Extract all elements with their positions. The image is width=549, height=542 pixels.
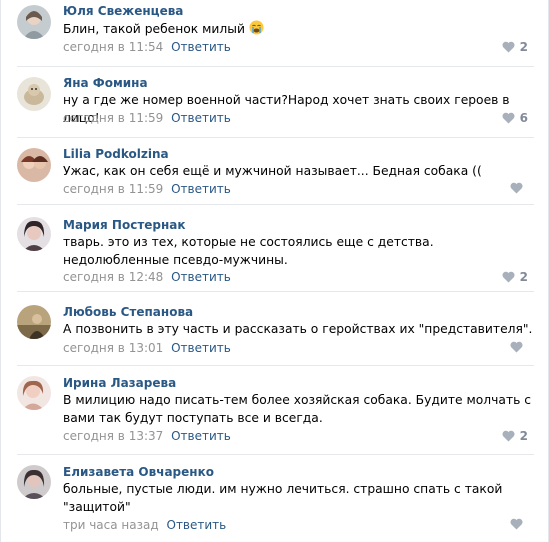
heart-icon	[502, 271, 515, 283]
comment-item: Яна Фомина ну а где же номер военной час…	[1, 67, 548, 137]
like-button[interactable]: 2	[502, 270, 528, 284]
reply-link[interactable]: Ответить	[171, 182, 231, 196]
avatar[interactable]	[17, 148, 51, 182]
reply-link[interactable]: Ответить	[171, 429, 231, 443]
like-button[interactable]: 2	[502, 429, 528, 443]
comment-meta: сегодня в 11:59 Ответить	[63, 111, 231, 125]
comment-meta: сегодня в 11:54 Ответить	[63, 40, 231, 54]
avatar[interactable]	[17, 305, 51, 339]
comment-item: Юля Свеженцева Блин, такой ребенок милый…	[1, 0, 548, 66]
comment-time[interactable]: три часа назад	[63, 518, 159, 532]
comment-text: тварь. это из тех, которые не состоялись…	[63, 235, 434, 267]
comment-text-content: Блин, такой ребенок милый	[63, 22, 245, 36]
heart-icon	[510, 182, 523, 194]
heart-icon	[502, 430, 515, 442]
reply-link[interactable]: Ответить	[171, 40, 231, 54]
avatar[interactable]	[17, 465, 51, 499]
comment-author[interactable]: Юля Свеженцева	[63, 4, 183, 18]
like-count: 6	[519, 111, 528, 125]
comment-meta: сегодня в 13:37 Ответить	[63, 429, 231, 443]
heart-icon	[510, 341, 523, 353]
like-count: 2	[519, 40, 528, 54]
heart-icon	[502, 41, 515, 53]
comment-time[interactable]: сегодня в 11:59	[63, 111, 163, 125]
comment-author[interactable]: Мария Постернак	[63, 218, 186, 232]
avatar[interactable]	[17, 77, 51, 111]
comment-meta: сегодня в 13:01 Ответить	[63, 341, 231, 355]
comment-item: Елизавета Овчаренко больные, пустые люди…	[1, 455, 548, 542]
comment-text: А позвонить в эту часть и рассказать о г…	[63, 322, 533, 336]
heart-icon	[510, 518, 523, 530]
comment-author[interactable]: Елизавета Овчаренко	[63, 465, 214, 479]
reply-link[interactable]: Ответить	[171, 341, 231, 355]
tears-emoji-icon	[249, 20, 264, 41]
like-button[interactable]: 2	[502, 40, 528, 54]
comment-item: Мария Постернак тварь. это из тех, котор…	[1, 205, 548, 291]
comment-text: Ужас, как он себя ещё и мужчиной называе…	[63, 164, 482, 178]
comments-panel: Юля Свеженцева Блин, такой ребенок милый…	[0, 0, 549, 542]
like-button[interactable]	[510, 341, 528, 353]
comment-meta: сегодня в 11:59 Ответить	[63, 182, 231, 196]
avatar[interactable]	[17, 376, 51, 410]
comment-item: Ирина Лазарева В милицию надо писать-тем…	[1, 366, 548, 454]
like-count: 2	[519, 270, 528, 284]
reply-link[interactable]: Ответить	[171, 111, 231, 125]
reply-link[interactable]: Ответить	[171, 270, 231, 284]
comment-item: Lilia Podkolzina Ужас, как он себя ещё и…	[1, 138, 548, 204]
comment-meta: три часа назад Ответить	[63, 518, 226, 532]
comment-author[interactable]: Яна Фомина	[63, 76, 148, 90]
comment-author[interactable]: Ирина Лазарева	[63, 376, 176, 390]
like-count: 2	[519, 429, 528, 443]
like-button[interactable]	[510, 518, 528, 530]
comment-time[interactable]: сегодня в 12:48	[63, 270, 163, 284]
like-button[interactable]	[510, 182, 528, 194]
heart-icon	[502, 112, 515, 124]
avatar[interactable]	[17, 217, 51, 251]
comment-time[interactable]: сегодня в 11:59	[63, 182, 163, 196]
comment-meta: сегодня в 12:48 Ответить	[63, 270, 231, 284]
comment-time[interactable]: сегодня в 11:54	[63, 40, 163, 54]
like-button[interactable]: 6	[502, 111, 528, 125]
comment-time[interactable]: сегодня в 13:37	[63, 429, 163, 443]
avatar[interactable]	[17, 5, 51, 39]
comment-text: больные, пустые люди. им нужно лечиться.…	[63, 482, 503, 514]
comment-time[interactable]: сегодня в 13:01	[63, 341, 163, 355]
comment-text: В милицию надо писать-тем более хозяйска…	[63, 393, 532, 425]
comment-item: Любовь Степанова А позвонить в эту часть…	[1, 292, 548, 365]
comment-text: Блин, такой ребенок милый	[63, 20, 533, 41]
reply-link[interactable]: Ответить	[167, 518, 227, 532]
comment-author[interactable]: Lilia Podkolzina	[63, 147, 169, 161]
comment-author[interactable]: Любовь Степанова	[63, 305, 193, 319]
